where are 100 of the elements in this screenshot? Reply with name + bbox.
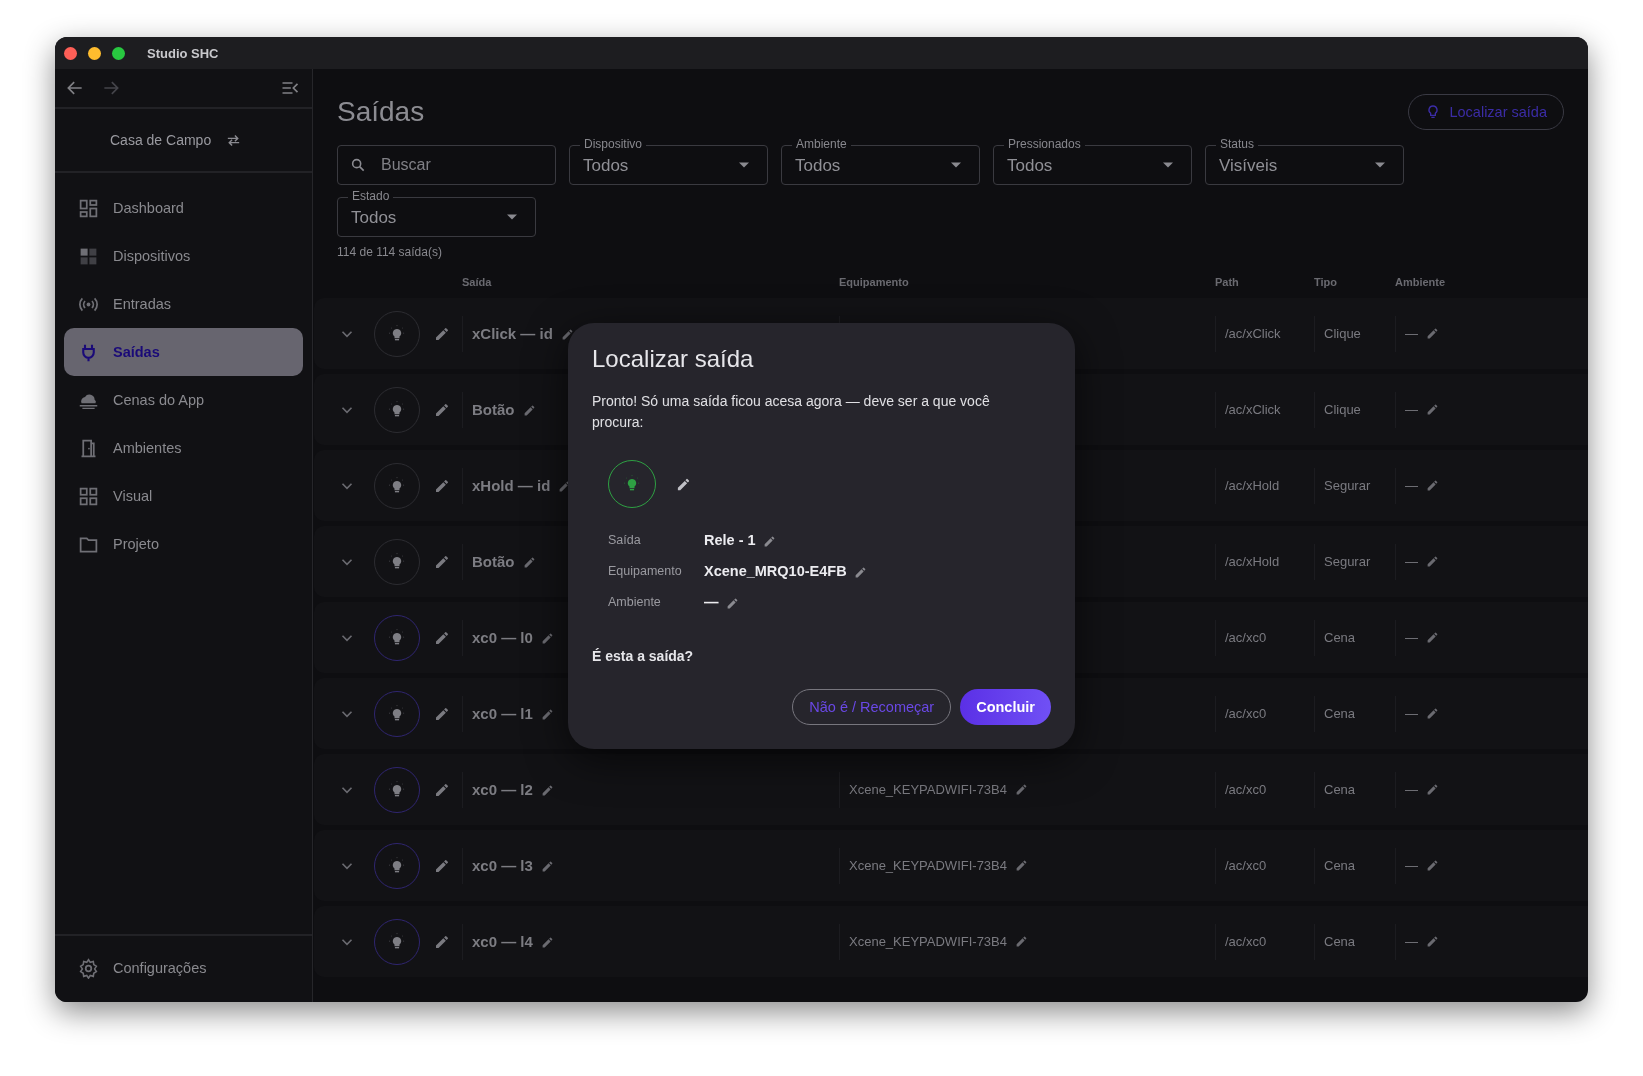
- pencil-icon[interactable]: [434, 781, 450, 798]
- column-header: Tipo: [1314, 276, 1338, 288]
- detail-value: Rele - 1: [704, 532, 756, 548]
- pencil-icon[interactable]: [1426, 783, 1439, 796]
- pencil-icon[interactable]: [1426, 707, 1439, 720]
- pencil-icon[interactable]: [522, 555, 536, 568]
- table-cell: —: [1405, 478, 1418, 493]
- search-icon: [350, 157, 366, 173]
- sidebar-item[interactable]: Projeto: [64, 520, 303, 568]
- page-title: Saídas: [337, 96, 425, 128]
- table-cell: —: [1405, 782, 1418, 797]
- dropdown-value: Todos: [583, 155, 630, 176]
- pencil-icon[interactable]: [1426, 935, 1439, 948]
- pencil-icon[interactable]: [1426, 403, 1439, 416]
- table-cell: Xcene_KEYPADWIFI-73B4: [849, 934, 1007, 949]
- table-cell: /ac/xc0: [1225, 858, 1267, 873]
- column-header: Saída: [462, 276, 493, 288]
- dropdown[interactable]: Status Visíveis: [1205, 137, 1404, 185]
- pencil-icon[interactable]: [1426, 327, 1439, 340]
- dropdown[interactable]: Estado Todos: [337, 189, 536, 237]
- table-cell: Xcene_KEYPADWIFI-73B4: [849, 858, 1007, 873]
- pencil-icon[interactable]: [434, 933, 450, 950]
- table-cell: —: [1405, 554, 1418, 569]
- table-cell: —: [1405, 326, 1418, 341]
- pencil-icon[interactable]: [434, 629, 450, 646]
- minimize-window-button[interactable]: [88, 46, 101, 60]
- table-cell: Xcene_KEYPADWIFI-73B4: [849, 782, 1007, 797]
- detail-value: —: [704, 594, 719, 610]
- pencil-icon[interactable]: [540, 859, 554, 872]
- table-cell: /ac/xClick: [1225, 402, 1281, 417]
- dropdown[interactable]: Ambiente Todos: [781, 137, 980, 185]
- table-cell: Cena: [1324, 858, 1356, 873]
- table-cell: Botão: [472, 401, 515, 418]
- pencil-icon[interactable]: [434, 401, 450, 418]
- field-label: Dispositivo: [580, 137, 647, 152]
- column-header: Path: [1215, 276, 1240, 288]
- table-cell: xc0 — l3: [472, 857, 533, 874]
- pencil-icon[interactable]: [1426, 479, 1439, 492]
- search-field[interactable]: Buscar: [337, 145, 556, 185]
- pencil-icon[interactable]: [434, 325, 450, 342]
- dropdown[interactable]: Pressionados Todos: [993, 137, 1192, 185]
- dropdown-value: Visíveis: [1219, 155, 1279, 176]
- table-cell: Cena: [1324, 706, 1356, 721]
- dialog-title: Localizar saída: [592, 345, 755, 373]
- grid-icon: [78, 485, 99, 507]
- dropdown-value: Todos: [795, 155, 842, 176]
- sidebar-item[interactable]: Dispositivos: [64, 232, 303, 280]
- pencil-icon[interactable]: [434, 553, 450, 570]
- table-cell: /ac/xc0: [1225, 630, 1267, 645]
- result-count: 114 de 114 saída(s): [336, 244, 443, 259]
- pencil-icon[interactable]: [522, 403, 536, 416]
- pencil-icon[interactable]: [1426, 859, 1439, 872]
- column-header: Ambiente: [1395, 276, 1447, 288]
- zoom-window-button[interactable]: [112, 46, 125, 60]
- table-cell: —: [1405, 402, 1418, 417]
- sidebar-item[interactable]: Visual: [64, 472, 303, 520]
- project-name: Casa de Campo: [110, 132, 212, 148]
- dialog-question: É esta a saída?: [592, 648, 695, 664]
- table-cell: xc0 — l2: [472, 781, 533, 798]
- dashboard-icon: [78, 197, 99, 219]
- table-cell: /ac/xClick: [1225, 326, 1281, 341]
- table-cell: /ac/xc0: [1225, 934, 1267, 949]
- window-title: Studio SHC: [147, 45, 219, 61]
- sidebar-item[interactable]: Cenas do App: [64, 376, 303, 424]
- pencil-icon[interactable]: [434, 705, 450, 722]
- table-cell: —: [1405, 858, 1418, 873]
- detail-label: Equipamento: [608, 564, 683, 578]
- settings-item[interactable]: Configurações: [64, 944, 303, 992]
- close-window-button[interactable]: [64, 46, 77, 60]
- table-cell: Cena: [1324, 630, 1356, 645]
- table-cell: Botão: [472, 553, 515, 570]
- detail-label: Ambiente: [608, 595, 662, 609]
- sidebar-item[interactable]: Dashboard: [64, 184, 303, 232]
- table-cell: Clique: [1324, 326, 1361, 341]
- sidebar-item[interactable]: Ambientes: [64, 424, 303, 472]
- pencil-icon[interactable]: [540, 783, 554, 796]
- pencil-icon[interactable]: [1426, 555, 1439, 568]
- pencil-icon[interactable]: [1015, 935, 1028, 948]
- table-cell: xc0 — l1: [472, 705, 533, 722]
- pencil-icon[interactable]: [1015, 859, 1028, 872]
- detail-value: Xcene_MRQ10-E4FB: [704, 563, 847, 579]
- dropdown-value: Todos: [1007, 155, 1054, 176]
- confirm-button[interactable]: Concluir: [960, 689, 1051, 725]
- table-cell: Cena: [1324, 782, 1356, 797]
- table-cell: Clique: [1324, 402, 1361, 417]
- dropdown[interactable]: Dispositivo Todos: [569, 137, 768, 185]
- sidebar-item[interactable]: Entradas: [64, 280, 303, 328]
- pencil-icon[interactable]: [434, 477, 450, 494]
- pencil-icon[interactable]: [1426, 631, 1439, 644]
- table-cell: /ac/xHold: [1225, 478, 1280, 493]
- column-header: Equipamento: [839, 276, 910, 288]
- table-cell: —: [1405, 630, 1418, 645]
- pencil-icon[interactable]: [434, 857, 450, 874]
- table-cell: /ac/xHold: [1225, 554, 1280, 569]
- table-cell: xc0 — l4: [472, 933, 533, 950]
- dropdown-value: Todos: [351, 207, 398, 228]
- table-cell: xHold — id: [472, 477, 551, 494]
- pencil-icon[interactable]: [676, 476, 691, 492]
- pencil-icon[interactable]: [540, 935, 554, 948]
- table-cell: /ac/xc0: [1225, 782, 1267, 797]
